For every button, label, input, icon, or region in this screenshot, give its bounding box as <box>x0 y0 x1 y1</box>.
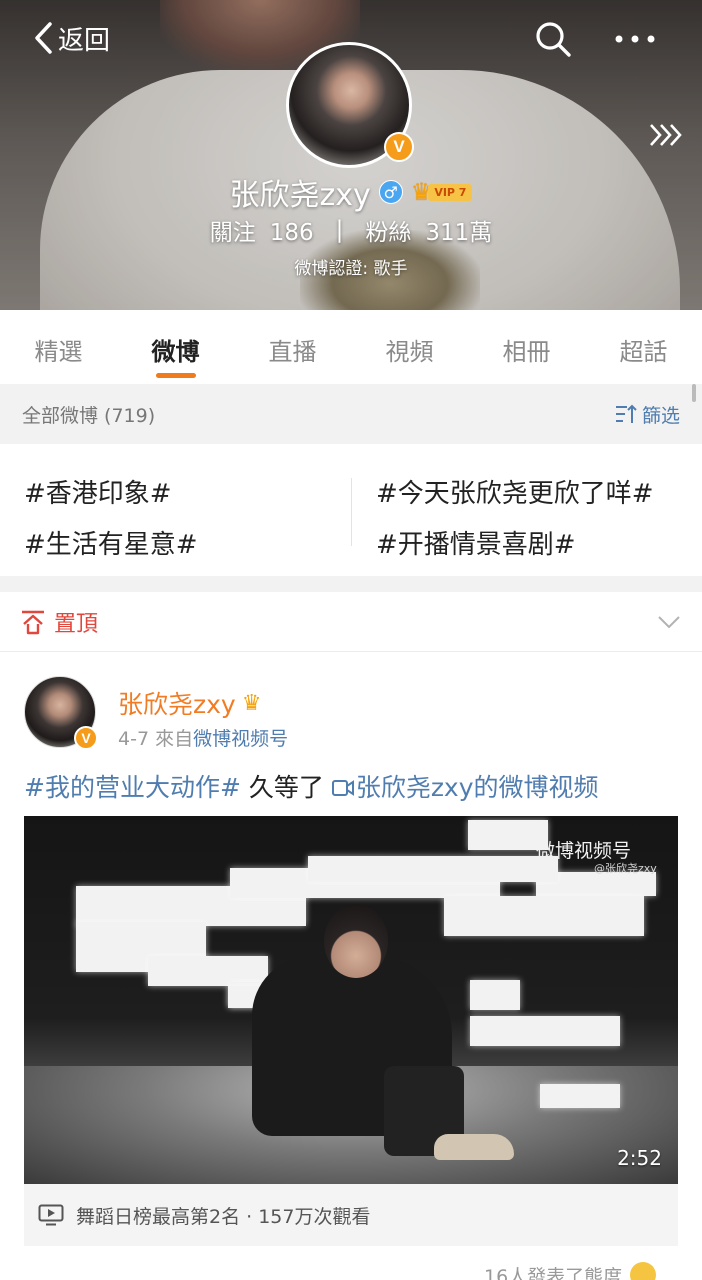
post-source[interactable]: 微博视频号 <box>193 728 288 750</box>
post-count: 全部微博 (719) <box>22 404 156 427</box>
post-body: 久等了 <box>240 773 332 802</box>
video-link[interactable]: 张欣尧zxy的微博视频 <box>331 773 599 802</box>
verified-badge: V <box>74 726 98 750</box>
post-author[interactable]: 张欣尧zxy ♛ <box>118 685 261 721</box>
topics-panel: #香港印象# #今天张欣尧更欣了咩# #生活有星意# #开播情景喜剧# <box>0 444 702 576</box>
following-stat[interactable]: 關注 186 <box>210 213 314 247</box>
profile-avatar[interactable]: V <box>286 42 416 172</box>
male-gender-icon: ♂ <box>378 180 403 204</box>
chevron-left-icon <box>35 22 52 54</box>
vip-level: VIP 7 <box>428 183 473 201</box>
followers-label: 粉絲 <box>365 220 412 246</box>
post-from-label: 來自 <box>155 728 194 750</box>
tab-videos[interactable]: 視頻 <box>351 310 468 384</box>
tab-albums[interactable]: 相冊 <box>468 310 585 384</box>
video-player[interactable]: 微博视频号 @张欣尧zxy 2:52 <box>24 816 678 1184</box>
video-rank-text: 舞蹈日榜最高第2名 · 157万次觀看 <box>76 1205 371 1228</box>
profile-stats: 關注 186 | 粉絲 311萬 <box>0 213 702 247</box>
verified-badge: V <box>384 132 414 162</box>
profile-name-row: 张欣尧zxy ♂ ♛ VIP 7 <box>0 170 702 214</box>
crown-icon: ♛ <box>241 690 262 716</box>
search-icon[interactable] <box>534 20 572 58</box>
topics-divider <box>351 478 352 546</box>
verification-text: 微博認證: 歌手 <box>294 259 408 279</box>
filter-label: 篩选 <box>641 404 680 427</box>
post-text: #我的营业大动作# 久等了 张欣尧zxy的微博视频 <box>24 768 599 804</box>
video-link-label: 张欣尧zxy的微博视频 <box>355 773 599 802</box>
back-button[interactable]: 返回 <box>32 18 110 58</box>
video-watermark: 微博视频号 <box>536 840 632 862</box>
post-avatar[interactable]: V <box>24 676 100 752</box>
back-label: 返回 <box>58 25 111 56</box>
topic-link[interactable]: #开播情景喜剧# <box>376 524 576 561</box>
post-author-name: 张欣尧zxy <box>118 690 236 719</box>
post-meta: 4-7 來自微博视频号 <box>118 724 288 751</box>
tab-super-topic[interactable]: 超話 <box>585 310 702 384</box>
video-watermark-sub: @张欣尧zxy <box>594 862 657 875</box>
topic-link[interactable]: #今天张欣尧更欣了咩# <box>376 473 654 510</box>
stats-separator: | <box>335 217 344 243</box>
video-link-icon <box>331 780 354 796</box>
tab-featured[interactable]: 精選 <box>0 310 117 384</box>
topic-link[interactable]: #香港印象# <box>24 473 172 510</box>
filter-button[interactable]: 篩选 <box>614 401 680 428</box>
double-chevron-right-icon[interactable] <box>646 120 684 150</box>
tab-weibo[interactable]: 微博 <box>117 310 234 384</box>
following-count: 186 <box>269 220 314 246</box>
pin-top-icon <box>22 610 44 634</box>
more-options-icon[interactable] <box>610 22 660 56</box>
scrollbar[interactable] <box>692 384 696 402</box>
post-hashtag[interactable]: #我的营业大动作# <box>24 773 241 802</box>
profile-tabs: 精選 微博 直播 視頻 相冊 超話 <box>0 310 702 384</box>
following-label: 關注 <box>209 220 256 246</box>
filter-icon <box>615 404 637 423</box>
pinned-header: 置頂 <box>0 592 702 652</box>
followers-stat[interactable]: 粉絲 311萬 <box>365 213 492 247</box>
filter-bar: 全部微博 (719) 篩选 <box>0 384 702 444</box>
vip-badge[interactable]: ♛ VIP 7 <box>411 178 473 206</box>
followers-count: 311萬 <box>425 220 493 246</box>
smile-emoji-icon <box>630 1262 657 1280</box>
reaction-text: 16人發表了態度 <box>484 1266 623 1280</box>
topic-link[interactable]: #生活有星意# <box>24 524 198 561</box>
profile-name: 张欣尧zxy <box>229 178 371 213</box>
video-rank-bar[interactable]: 舞蹈日榜最高第2名 · 157万次觀看 <box>24 1184 678 1246</box>
reaction-summary[interactable]: 16人發表了態度 <box>484 1262 657 1280</box>
tv-icon <box>38 1204 64 1226</box>
tab-live[interactable]: 直播 <box>234 310 351 384</box>
video-duration: 2:52 <box>617 1146 662 1170</box>
post-date: 4-7 <box>118 728 150 750</box>
chevron-down-icon[interactable] <box>656 612 682 632</box>
pinned-label: 置頂 <box>54 611 99 637</box>
